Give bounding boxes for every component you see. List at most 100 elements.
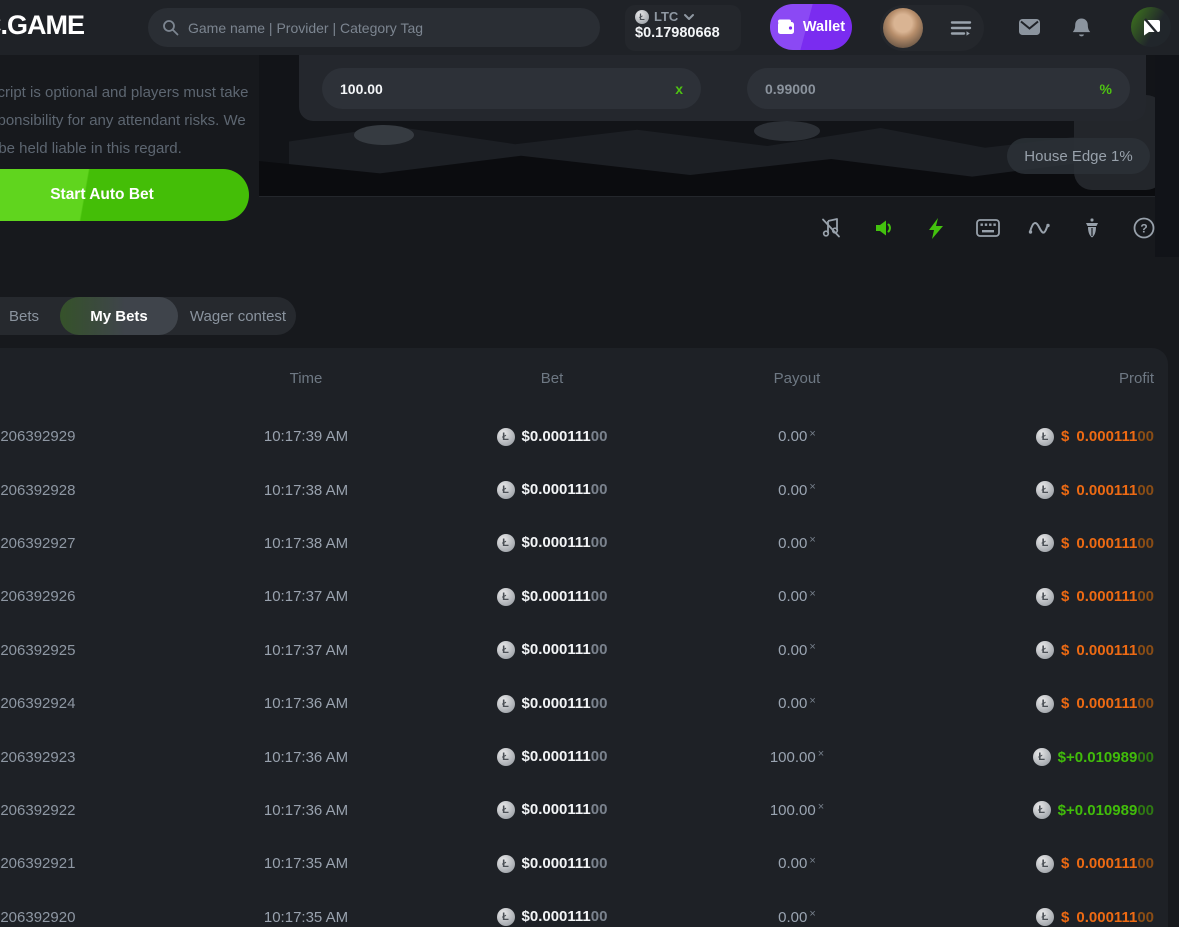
- table-row[interactable]: 8206392926 10:17:37 AM Ł $0.00011100 0.0…: [0, 570, 1168, 623]
- payout-multiplier-input[interactable]: 100.00 x: [322, 68, 701, 109]
- bet-amount: Ł $0.00011100: [432, 517, 672, 570]
- bet-id: 8206392922: [0, 784, 182, 837]
- ltc-coin-icon: Ł: [497, 481, 515, 499]
- win-chance-input[interactable]: 0.99000 %: [747, 68, 1130, 109]
- percent-icon: %: [1100, 81, 1112, 97]
- bet-time: 10:17:36 AM: [186, 677, 426, 730]
- profit-value: $0.00011100: [1061, 695, 1154, 712]
- profit-amount: Ł $+0.01098900: [1033, 784, 1154, 837]
- bet-value: $0.00011100: [522, 801, 608, 819]
- multiply-icon: ×: [809, 908, 815, 920]
- bet-amount: Ł $0.00011100: [432, 784, 672, 837]
- bet-value: $0.00011100: [522, 428, 608, 446]
- payout-multiplier: 100.00×: [677, 784, 917, 837]
- search-input[interactable]: Game name | Provider | Category Tag: [148, 8, 600, 47]
- search-icon: [162, 19, 179, 36]
- bell-icon[interactable]: [1071, 17, 1092, 39]
- multiply-icon: ×: [809, 641, 815, 653]
- game-art-rock: [754, 121, 820, 141]
- profit-value: $0.00011100: [1061, 909, 1154, 926]
- bet-time: 10:17:39 AM: [186, 410, 426, 463]
- wallet-button[interactable]: Wallet: [770, 4, 852, 50]
- table-row[interactable]: 8206392923 10:17:36 AM Ł $0.00011100 100…: [0, 730, 1168, 783]
- profit-value: $0.00011100: [1061, 642, 1154, 659]
- ltc-coin-icon: Ł: [1036, 534, 1054, 552]
- ltc-coin-icon: Ł: [497, 748, 515, 766]
- col-header-payout: Payout: [677, 348, 917, 410]
- profit-value: $0.00011100: [1061, 535, 1154, 552]
- bet-time: 10:17:37 AM: [186, 624, 426, 677]
- table-row[interactable]: 8206392921 10:17:35 AM Ł $0.00011100 0.0…: [0, 837, 1168, 890]
- win-chance-value: 0.99000: [765, 81, 816, 97]
- table-row[interactable]: 8206392928 10:17:38 AM Ł $0.00011100 0.0…: [0, 463, 1168, 516]
- ltc-coin-icon: Ł: [497, 695, 515, 713]
- payout-multiplier: 0.00×: [677, 410, 917, 463]
- profit-amount: Ł $0.00011100: [1036, 463, 1154, 516]
- hamburger-icon[interactable]: [950, 20, 972, 36]
- table-row[interactable]: 8206392929 10:17:39 AM Ł $0.00011100 0.0…: [0, 410, 1168, 463]
- profit-amount: Ł $0.00011100: [1036, 570, 1154, 623]
- table-row[interactable]: 8206392922 10:17:36 AM Ł $0.00011100 100…: [0, 784, 1168, 837]
- bet-amount: Ł $0.00011100: [432, 624, 672, 677]
- payout-multiplier: 0.00×: [677, 463, 917, 516]
- col-header-bet: Bet: [432, 348, 672, 410]
- bet-amount: Ł $0.00011100: [432, 463, 672, 516]
- bet-amount: Ł $0.00011100: [432, 837, 672, 890]
- table-row[interactable]: 8206392920 10:17:35 AM Ł $0.00011100 0.0…: [0, 891, 1168, 927]
- brand-logo[interactable]: C.GAME: [0, 10, 84, 41]
- tab-wager-contest[interactable]: Wager contest: [180, 297, 296, 335]
- ltc-coin-icon: Ł: [497, 801, 515, 819]
- live-stats-icon[interactable]: [1028, 216, 1052, 240]
- disclaimer-line: script is optional and players must take: [0, 79, 259, 107]
- house-edge-badge: House Edge 1%: [1007, 138, 1150, 174]
- bet-id: 8206392929: [0, 410, 182, 463]
- sound-icon[interactable]: [872, 216, 896, 240]
- bet-time: 10:17:38 AM: [186, 517, 426, 570]
- game-toolbar: ?: [259, 196, 1155, 257]
- bet-value: $0.00011100: [522, 641, 608, 659]
- turbo-icon[interactable]: [924, 216, 948, 240]
- bet-amount: Ł $0.00011100: [432, 677, 672, 730]
- user-menu[interactable]: [880, 5, 984, 51]
- help-icon[interactable]: ?: [1132, 216, 1155, 240]
- profit-value: $0.00011100: [1061, 588, 1154, 605]
- multiply-icon: ×: [818, 748, 824, 760]
- bet-amount: Ł $0.00011100: [432, 570, 672, 623]
- ltc-coin-icon: Ł: [497, 534, 515, 552]
- tab-my-bets[interactable]: My Bets: [60, 297, 178, 335]
- app-root: C.GAME Game name | Provider | Category T…: [0, 0, 1179, 927]
- ltc-coin-icon: Ł: [635, 10, 649, 24]
- table-row[interactable]: 8206392924 10:17:36 AM Ł $0.00011100 0.0…: [0, 677, 1168, 730]
- hotkeys-icon[interactable]: [976, 216, 1000, 240]
- profit-value: $+0.01098900: [1058, 749, 1154, 766]
- bet-id: 8206392926: [0, 570, 182, 623]
- music-off-icon[interactable]: [819, 216, 843, 240]
- bet-id: 8206392928: [0, 463, 182, 516]
- autobet-disclaimer: script is optional and players must take…: [0, 79, 259, 163]
- currency-selector[interactable]: Ł LTC $0.17980668: [625, 5, 741, 51]
- payout-multiplier: 0.00×: [677, 677, 917, 730]
- bet-amount: Ł $0.00011100: [432, 891, 672, 927]
- seed-icon[interactable]: [1080, 216, 1104, 240]
- payout-multiplier: 0.00×: [677, 517, 917, 570]
- profit-value: $0.00011100: [1061, 855, 1154, 872]
- ltc-coin-icon: Ł: [1036, 428, 1054, 446]
- bet-time: 10:17:38 AM: [186, 463, 426, 516]
- payout-multiplier: 0.00×: [677, 837, 917, 890]
- game-panel: 100.00 x 0.99000 % House Edge 1%: [259, 55, 1155, 257]
- bet-time: 10:17:35 AM: [186, 891, 426, 927]
- bet-id: 8206392920: [0, 891, 182, 927]
- start-auto-bet-button[interactable]: Start Auto Bet: [0, 169, 249, 221]
- multiply-icon: ×: [809, 695, 815, 707]
- top-bar: C.GAME Game name | Provider | Category T…: [0, 0, 1179, 55]
- bets-tab-group: Bets My Bets Wager contest: [0, 297, 296, 335]
- table-row[interactable]: 8206392925 10:17:37 AM Ł $0.00011100 0.0…: [0, 624, 1168, 677]
- mail-icon[interactable]: [1018, 17, 1041, 37]
- avatar[interactable]: [883, 8, 923, 48]
- ltc-coin-icon: Ł: [1036, 641, 1054, 659]
- bet-value: $0.00011100: [522, 695, 608, 713]
- chevron-down-icon: [683, 13, 695, 21]
- chat-icon[interactable]: [1131, 7, 1171, 47]
- table-row[interactable]: 8206392927 10:17:38 AM Ł $0.00011100 0.0…: [0, 517, 1168, 570]
- profit-value: $+0.01098900: [1058, 802, 1154, 819]
